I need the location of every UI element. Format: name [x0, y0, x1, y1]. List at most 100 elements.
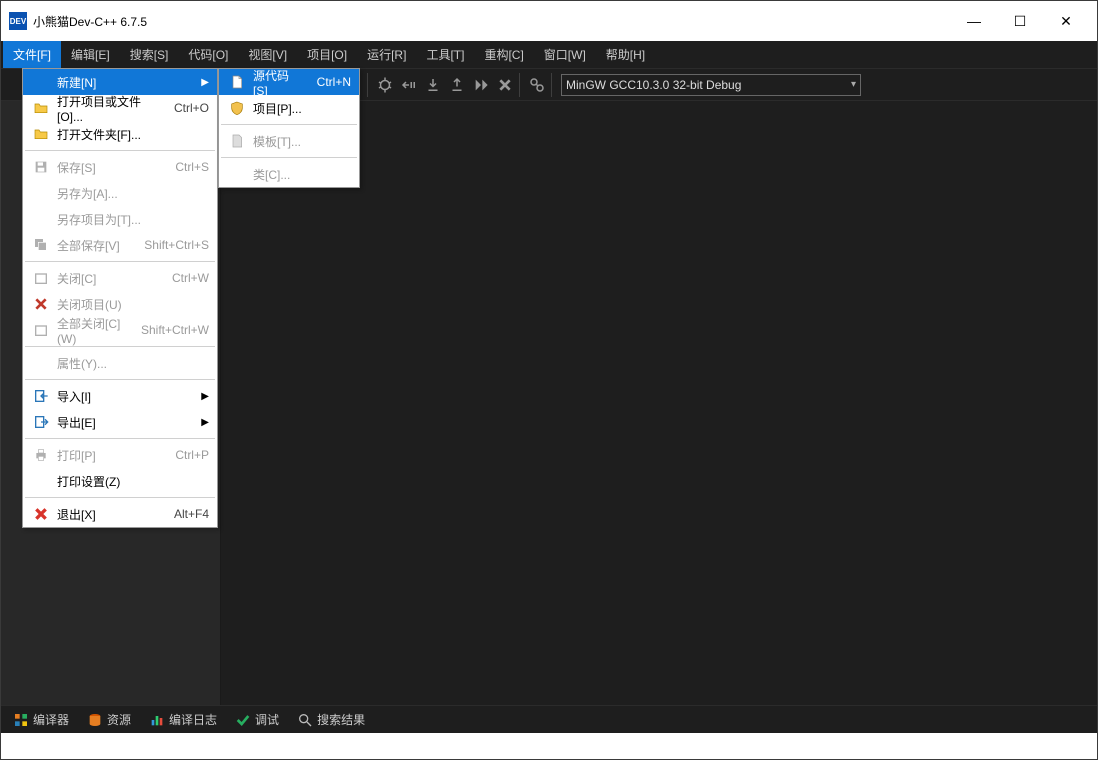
search-icon	[297, 712, 313, 728]
file-menu-item-10: 关闭项目(U)	[23, 291, 217, 317]
file-menu-label: 另存为[A]...	[57, 185, 209, 202]
file-menu-item-19[interactable]: 打印设置(Z)	[23, 468, 217, 494]
close-icon	[31, 320, 51, 340]
file-menu-separator	[25, 261, 215, 262]
bottom-tab-label: 编译日志	[169, 711, 217, 728]
bottom-tab-label: 搜索结果	[317, 711, 365, 728]
close-button[interactable]: ✕	[1043, 1, 1089, 41]
bottom-tab-2[interactable]: 编译日志	[141, 707, 225, 732]
step-out-icon[interactable]	[445, 73, 469, 97]
continue-icon[interactable]	[469, 73, 493, 97]
menu-5[interactable]: 项目[O]	[297, 41, 357, 68]
bottom-tab-0[interactable]: 编译器	[5, 707, 77, 732]
file-menu-item-13: 属性(Y)...	[23, 350, 217, 376]
file-menu-label: 关闭项目(U)	[57, 296, 209, 313]
compiler-combo[interactable]: MinGW GCC10.3.0 32-bit Debug ▾	[561, 74, 861, 96]
menu-9[interactable]: 窗口[W]	[534, 41, 596, 68]
none-icon	[31, 183, 51, 203]
disk-icon	[31, 157, 51, 177]
new-menu-item-5: 类[C]...	[219, 161, 359, 187]
toolbar-separator	[367, 73, 371, 97]
file-menu-shortcut: Ctrl+W	[172, 271, 209, 285]
check-icon	[235, 712, 251, 728]
bottom-tab-4[interactable]: 搜索结果	[289, 707, 373, 732]
file-menu-label: 保存[S]	[57, 159, 161, 176]
editor-area[interactable]	[221, 101, 1097, 705]
file-menu-item-5: 另存为[A]...	[23, 180, 217, 206]
file-menu-label: 打开文件夹[F]...	[57, 126, 209, 143]
file-menu-label: 导出[E]	[57, 414, 191, 431]
step-into-icon[interactable]	[421, 73, 445, 97]
file-menu-label: 全部关闭[C](W)	[57, 315, 127, 346]
stop-icon[interactable]	[493, 73, 517, 97]
file-menu-label: 新建[N]	[57, 74, 191, 91]
bottom-tab-label: 调试	[255, 711, 279, 728]
shield-icon	[227, 98, 247, 118]
file-menu-dropdown: 新建[N] ▶ 打开项目或文件[O]... Ctrl+O 打开文件夹[F]... 保存[S…	[22, 68, 218, 528]
file-menu-item-1[interactable]: 打开项目或文件[O]... Ctrl+O	[23, 95, 217, 121]
watch-icon[interactable]	[525, 73, 549, 97]
bug-icon[interactable]	[373, 73, 397, 97]
menu-8[interactable]: 重构[C]	[474, 41, 533, 68]
new-menu-item-1[interactable]: 项目[P]...	[219, 95, 359, 121]
chevron-right-icon: ▶	[201, 77, 209, 88]
menu-7[interactable]: 工具[T]	[416, 41, 474, 68]
menu-1[interactable]: 编辑[E]	[61, 41, 120, 68]
file-menu-item-18: 打印[P] Ctrl+P	[23, 442, 217, 468]
app-title: 小熊猫Dev-C++ 6.7.5	[33, 13, 147, 30]
file-menu-item-7: 全部保存[V]Shift+Ctrl+S	[23, 232, 217, 258]
compiler-combo-label: MinGW GCC10.3.0 32-bit Debug	[566, 78, 741, 92]
file-menu-item-9: 关闭[C]Ctrl+W	[23, 265, 217, 291]
bottom-tab-3[interactable]: 调试	[227, 707, 287, 732]
toolbar-separator	[519, 73, 523, 97]
close-red-icon	[31, 294, 51, 314]
file-menu-separator	[25, 379, 215, 380]
menu-2[interactable]: 搜索[S]	[120, 41, 179, 68]
disks-icon	[31, 235, 51, 255]
file-menu-shortcut: Ctrl+P	[175, 448, 209, 462]
file-menu-item-15[interactable]: 导入[I]▶	[23, 383, 217, 409]
chevron-right-icon: ▶	[201, 417, 209, 428]
file-menu-item-11: 全部关闭[C](W) Shift+Ctrl+W	[23, 317, 217, 343]
file-menu-item-0[interactable]: 新建[N] ▶	[23, 69, 217, 95]
file-menu-separator	[25, 438, 215, 439]
bottom-tab-1[interactable]: 资源	[79, 707, 139, 732]
file-menu-shortcut: Shift+Ctrl+W	[141, 323, 209, 337]
new-menu-separator	[221, 157, 357, 158]
titlebar: DEV 小熊猫Dev-C++ 6.7.5 — ☐ ✕	[1, 1, 1097, 41]
file-menu-item-6: 另存项目为[T]...	[23, 206, 217, 232]
step-over-icon[interactable]	[397, 73, 421, 97]
db-icon	[87, 712, 103, 728]
file-menu-separator	[25, 150, 215, 151]
grid-icon	[13, 712, 29, 728]
menu-0[interactable]: 文件[F]	[3, 41, 61, 68]
file-menu-label: 打开项目或文件[O]...	[57, 93, 160, 124]
file-menu-item-4: 保存[S] Ctrl+S	[23, 154, 217, 180]
menu-6[interactable]: 运行[R]	[357, 41, 416, 68]
bars-icon	[149, 712, 165, 728]
menu-3[interactable]: 代码[O]	[178, 41, 238, 68]
new-submenu-dropdown: 源代码[S]Ctrl+N项目[P]... 模板[T]... 类[C]...	[218, 68, 360, 188]
new-menu-separator	[221, 124, 357, 125]
new-menu-item-0[interactable]: 源代码[S]Ctrl+N	[219, 69, 359, 95]
file-menu-label: 退出[X]	[57, 506, 160, 523]
export-icon	[31, 412, 51, 432]
file-menu-item-21[interactable]: 退出[X]Alt+F4	[23, 501, 217, 527]
none-icon	[31, 353, 51, 373]
new-menu-label: 类[C]...	[253, 166, 351, 183]
file-menu-item-2[interactable]: 打开文件夹[F]...	[23, 121, 217, 147]
menubar: 文件[F]编辑[E]搜索[S]代码[O]视图[V]项目[O]运行[R]工具[T]…	[1, 41, 1097, 69]
file-menu-item-16[interactable]: 导出[E] ▶	[23, 409, 217, 435]
menu-10[interactable]: 帮助[H]	[596, 41, 655, 68]
file-menu-shortcut: Ctrl+O	[174, 101, 209, 115]
print-icon	[31, 445, 51, 465]
minimize-button[interactable]: —	[951, 1, 997, 41]
file-menu-label: 打印[P]	[57, 447, 161, 464]
file-menu-shortcut: Ctrl+S	[175, 160, 209, 174]
file-menu-label: 导入[I]	[57, 388, 191, 405]
folder-icon	[31, 124, 51, 144]
new-menu-label: 模板[T]...	[253, 133, 351, 150]
menu-4[interactable]: 视图[V]	[238, 41, 297, 68]
maximize-button[interactable]: ☐	[997, 1, 1043, 41]
import-icon	[31, 386, 51, 406]
